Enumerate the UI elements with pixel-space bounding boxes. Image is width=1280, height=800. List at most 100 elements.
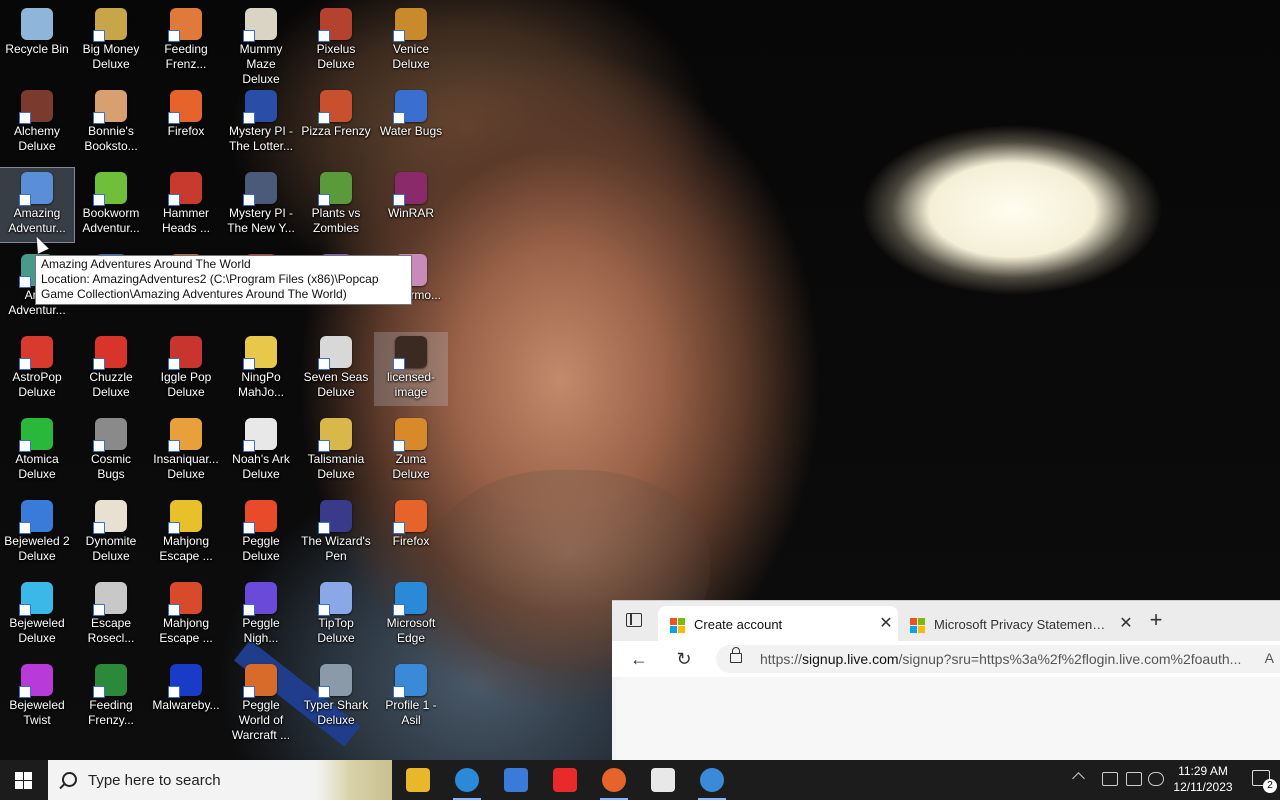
desktop-icon-label: Atomica Deluxe — [15, 452, 59, 481]
taskbar: Type here to search 11:29 AM 12/11/2023 … — [0, 760, 1280, 800]
desktop-icon[interactable]: Mahjong Escape ... — [149, 496, 223, 570]
microsoft-logo-icon — [670, 618, 685, 633]
clock[interactable]: 11:29 AM 12/11/2023 — [1164, 763, 1242, 795]
taskbar-app-button[interactable] — [443, 760, 491, 800]
desktop-icon[interactable]: Typer Shark Deluxe — [299, 660, 373, 734]
desktop-icon[interactable]: Zuma Deluxe — [374, 414, 448, 488]
address-bar[interactable]: https://signup.live.com/signup?sru=https… — [716, 645, 1280, 673]
desktop-icon[interactable]: Bookworm Adventur... — [74, 168, 148, 242]
desktop-icon[interactable]: Atomica Deluxe — [0, 414, 74, 488]
notifications-button[interactable]: 2 — [1252, 770, 1277, 793]
image-thumbnail-icon — [393, 336, 427, 370]
desktop-icon[interactable]: NingPo MahJo... — [224, 332, 298, 406]
url-host: signup.live.com — [802, 651, 899, 667]
desktop-icon-label: Mahjong Escape ... — [159, 534, 213, 563]
atomica-icon — [19, 418, 53, 452]
talismania-icon — [318, 418, 352, 452]
refresh-button[interactable]: ↻ — [671, 647, 697, 671]
desktop-icon[interactable]: Bejeweled Deluxe — [0, 578, 74, 652]
desktop-icon[interactable]: TipTop Deluxe — [299, 578, 373, 652]
tooltip-title: Amazing Adventures Around The World — [41, 257, 251, 271]
desktop-icon[interactable]: Profile 1 - Asil — [374, 660, 448, 734]
desktop-icon[interactable]: Dynomite Deluxe — [74, 496, 148, 570]
desktop-icon[interactable]: Mummy Maze Deluxe — [224, 4, 298, 86]
volume-icon[interactable] — [1148, 772, 1164, 786]
desktop-icon[interactable]: Pizza Frenzy — [299, 86, 373, 160]
desktop-icon[interactable]: Mystery PI - The New Y... — [224, 168, 298, 242]
desktop-icon[interactable]: Pixelus Deluxe — [299, 4, 373, 78]
desktop-icon[interactable]: Escape Rosecl... — [74, 578, 148, 652]
desktop-icon[interactable]: Firefox — [149, 86, 223, 160]
desktop-icon[interactable]: Insaniquar... Deluxe — [149, 414, 223, 488]
desktop-icon[interactable]: Plants vs Zombies — [299, 168, 373, 242]
taskbar-app-button[interactable] — [541, 760, 589, 800]
desktop-icon[interactable]: Firefox — [374, 496, 448, 570]
desktop-icon[interactable]: Hammer Heads ... — [149, 168, 223, 242]
taskbar-app-button[interactable] — [492, 760, 540, 800]
read-aloud-icon[interactable]: A — [1265, 650, 1274, 666]
desktop-icon[interactable]: Microsoft Edge — [374, 578, 448, 652]
tab-create-account[interactable]: Create account ✕ — [658, 606, 898, 641]
tab-actions-icon[interactable] — [626, 613, 642, 627]
desktop-icon-label: Hammer Heads ... — [161, 206, 211, 235]
taskbar-app-button[interactable] — [639, 760, 687, 800]
desktop-icon[interactable]: Seven Seas Deluxe — [299, 332, 373, 406]
desktop-icon[interactable]: Feeding Frenzy... — [74, 660, 148, 734]
desktop-icon-label: NingPo MahJo... — [237, 370, 285, 399]
desktop-icon[interactable]: Mystery PI - The Lotter... — [224, 86, 298, 160]
desktop-icon[interactable]: Peggle Nigh... — [224, 578, 298, 652]
close-tab-icon[interactable]: ✕ — [874, 615, 898, 635]
desktop-icon[interactable]: Water Bugs — [374, 86, 448, 160]
desktop-icon[interactable]: Mahjong Escape ... — [149, 578, 223, 652]
desktop-icon[interactable]: Iggle Pop Deluxe — [149, 332, 223, 406]
display-icon[interactable] — [1126, 772, 1142, 786]
desktop-icon[interactable]: Peggle Deluxe — [224, 496, 298, 570]
desktop-icon[interactable]: Cosmic Bugs — [74, 414, 148, 488]
desktop-icon[interactable]: Venice Deluxe — [374, 4, 448, 78]
close-tab-icon[interactable]: ✕ — [1114, 615, 1138, 635]
desktop-icon[interactable]: Malwareby... — [149, 660, 223, 734]
show-hidden-icons-icon[interactable] — [1072, 772, 1085, 785]
network-icon[interactable] — [1102, 772, 1118, 786]
lock-icon[interactable] — [730, 647, 742, 663]
desktop-icon[interactable]: Recycle Bin — [0, 4, 74, 78]
taskbar-app-button[interactable] — [688, 760, 736, 800]
mystery-pi-icon — [243, 90, 277, 124]
start-button[interactable] — [0, 760, 48, 800]
clock-time: 11:29 AM — [1178, 764, 1228, 778]
desktop-icon[interactable]: Big Money Deluxe — [74, 4, 148, 78]
desktop-icon-label: Noah's Ark Deluxe — [232, 452, 290, 481]
desktop-icon[interactable]: Peggle World of Warcraft ... — [224, 660, 298, 742]
desktop-icon-label: Dynomite Deluxe — [85, 534, 137, 563]
desktop-icon[interactable]: WinRAR — [374, 168, 448, 242]
desktop-icon-label: Firefox — [392, 534, 430, 548]
back-button[interactable]: ← — [626, 647, 652, 671]
desktop-icon[interactable]: AstroPop Deluxe — [0, 332, 74, 406]
desktop-icon-label: Bejeweled 2 Deluxe — [4, 534, 70, 563]
url-text[interactable]: https://signup.live.com/signup?sru=https… — [760, 651, 1242, 667]
tab-privacy-statement[interactable]: Microsoft Privacy Statement – Mi ✕ — [898, 606, 1138, 641]
desktop-icon[interactable]: Bejeweled Twist — [0, 660, 74, 734]
new-tab-button[interactable]: + — [1144, 609, 1168, 633]
desktop-icon[interactable]: Noah's Ark Deluxe — [224, 414, 298, 488]
fish-icon — [168, 418, 202, 452]
desktop-icon[interactable]: The Wizard's Pen — [299, 496, 373, 570]
clock-date: 12/11/2023 — [1173, 780, 1233, 794]
desktop-icon[interactable]: Talismania Deluxe — [299, 414, 373, 488]
amazing-adventures-icon — [19, 172, 53, 206]
url-path: /signup?sru=https%3a%2f%2flogin.live.com… — [898, 651, 1242, 667]
desktop-icon[interactable]: Amazing Adventur... — [0, 167, 75, 243]
taskbar-search-box[interactable]: Type here to search — [48, 760, 392, 800]
taskbar-app-button[interactable] — [590, 760, 638, 800]
desktop-icon[interactable]: licensed-image — [374, 332, 448, 406]
desktop-icon[interactable]: Bejeweled 2 Deluxe — [0, 496, 74, 570]
desktop-icon[interactable]: Chuzzle Deluxe — [74, 332, 148, 406]
file-explorer-icon — [406, 768, 430, 792]
desktop-icon[interactable]: Feeding Frenz... — [149, 4, 223, 78]
desktop-icon[interactable]: Alchemy Deluxe — [0, 86, 74, 160]
taskbar-app-button[interactable] — [394, 760, 442, 800]
desktop-icon[interactable]: Bonnie's Booksto... — [74, 86, 148, 160]
malwarebytes-icon — [168, 664, 202, 698]
desktop-icon-label: Seven Seas Deluxe — [303, 370, 369, 399]
desktop-icon-label: Peggle World of Warcraft ... — [231, 698, 291, 742]
